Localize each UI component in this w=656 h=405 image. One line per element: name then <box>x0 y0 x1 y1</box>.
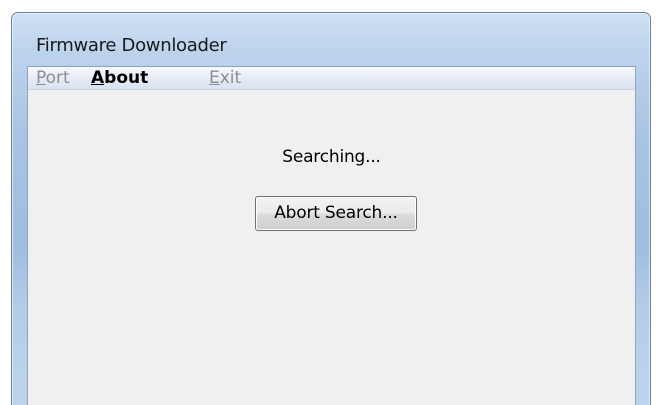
client-area: Port About Exit Searching... Abort Searc… <box>27 66 636 405</box>
menu-bar: Port About Exit <box>28 67 635 90</box>
menu-item-port-label: ort <box>45 68 70 88</box>
menu-item-about-label: bout <box>104 68 149 88</box>
menu-item-port[interactable]: Port <box>34 68 72 89</box>
window-title: Firmware Downloader <box>36 35 227 56</box>
menu-item-exit-accel: E <box>209 68 220 88</box>
title-bar[interactable]: Firmware Downloader <box>12 13 650 65</box>
search-status-text: Searching... <box>282 147 381 167</box>
menu-item-exit[interactable]: Exit <box>207 68 243 89</box>
menu-item-about[interactable]: About <box>89 68 150 89</box>
menu-item-exit-label: xit <box>219 68 242 88</box>
abort-search-button[interactable]: Abort Search... <box>255 196 417 231</box>
menu-item-port-accel: P <box>36 68 46 88</box>
menu-item-about-accel: A <box>91 68 105 88</box>
app-window: Firmware Downloader Port About Exit Sear… <box>11 12 651 405</box>
